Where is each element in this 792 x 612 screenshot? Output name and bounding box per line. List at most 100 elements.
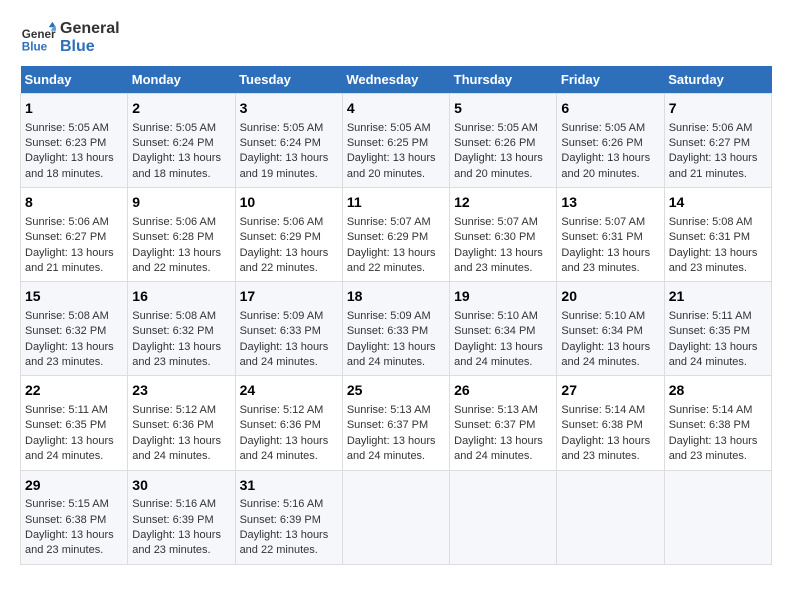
header-saturday: Saturday — [664, 66, 771, 94]
calendar-cell: 2 Sunrise: 5:05 AMSunset: 6:24 PMDaylight… — [128, 94, 235, 188]
day-info: Sunrise: 5:10 AMSunset: 6:34 PMDaylight:… — [454, 310, 543, 368]
day-info: Sunrise: 5:05 AMSunset: 6:26 PMDaylight:… — [454, 122, 543, 180]
day-info: Sunrise: 5:16 AMSunset: 6:39 PMDaylight:… — [132, 498, 221, 556]
calendar-week-row: 8Sunrise: 5:06 AMSunset: 6:27 PMDaylight… — [21, 188, 772, 282]
day-number: 7 — [669, 99, 767, 119]
day-info: Sunrise: 5:10 AMSunset: 6:34 PMDaylight:… — [561, 310, 650, 368]
day-number: 11 — [347, 193, 445, 213]
day-number: 15 — [25, 287, 123, 307]
svg-text:General: General — [22, 28, 56, 41]
calendar-cell: 8Sunrise: 5:06 AMSunset: 6:27 PMDaylight… — [21, 188, 128, 282]
calendar-cell — [342, 470, 449, 564]
day-info: Sunrise: 5:11 AMSunset: 6:35 PMDaylight:… — [669, 310, 758, 368]
calendar-cell: 29Sunrise: 5:15 AMSunset: 6:38 PMDayligh… — [21, 470, 128, 564]
day-number: 28 — [669, 381, 767, 401]
day-number: 22 — [25, 381, 123, 401]
day-number: 3 — [240, 99, 338, 119]
day-number: 5 — [454, 99, 552, 119]
day-info: Sunrise: 5:06 AMSunset: 6:27 PMDaylight:… — [25, 216, 114, 274]
day-number: 29 — [25, 476, 123, 496]
logo: General Blue General Blue — [20, 20, 120, 56]
calendar-cell: 30Sunrise: 5:16 AMSunset: 6:39 PMDayligh… — [128, 470, 235, 564]
day-info: Sunrise: 5:11 AMSunset: 6:35 PMDaylight:… — [25, 404, 114, 462]
calendar-cell: 27 Sunrise: 5:14 AMSunset: 6:38 PMDayligh… — [557, 376, 664, 470]
day-number: 12 — [454, 193, 552, 213]
calendar-cell: 19 Sunrise: 5:10 AMSunset: 6:34 PMDayligh… — [450, 282, 557, 376]
calendar-cell — [664, 470, 771, 564]
day-number: 26 — [454, 381, 552, 401]
day-number: 20 — [561, 287, 659, 307]
day-number: 6 — [561, 99, 659, 119]
day-number: 10 — [240, 193, 338, 213]
calendar-cell: 12Sunrise: 5:07 AMSunset: 6:30 PMDayligh… — [450, 188, 557, 282]
calendar-cell: 16Sunrise: 5:08 AMSunset: 6:32 PMDayligh… — [128, 282, 235, 376]
calendar-cell: 22 Sunrise: 5:11 AMSunset: 6:35 PMDayligh… — [21, 376, 128, 470]
day-info: Sunrise: 5:14 AMSunset: 6:38 PMDaylight:… — [669, 404, 758, 462]
calendar-cell: 26 Sunrise: 5:13 AMSunset: 6:37 PMDayligh… — [450, 376, 557, 470]
day-info: Sunrise: 5:15 AMSunset: 6:38 PMDaylight:… — [25, 498, 114, 556]
day-info: Sunrise: 5:05 AMSunset: 6:26 PMDaylight:… — [561, 122, 650, 180]
calendar-cell: 7 Sunrise: 5:06 AMSunset: 6:27 PMDaylight… — [664, 94, 771, 188]
calendar-cell: 31Sunrise: 5:16 AMSunset: 6:39 PMDayligh… — [235, 470, 342, 564]
logo-blue: Blue — [60, 38, 120, 56]
day-info: Sunrise: 5:08 AMSunset: 6:32 PMDaylight:… — [132, 310, 221, 368]
day-info: Sunrise: 5:09 AMSunset: 6:33 PMDaylight:… — [347, 310, 436, 368]
calendar-cell — [450, 470, 557, 564]
calendar-week-row: 22 Sunrise: 5:11 AMSunset: 6:35 PMDayligh… — [21, 376, 772, 470]
day-info: Sunrise: 5:12 AMSunset: 6:36 PMDaylight:… — [240, 404, 329, 462]
day-info: Sunrise: 5:09 AMSunset: 6:33 PMDaylight:… — [240, 310, 329, 368]
day-number: 2 — [132, 99, 230, 119]
calendar-cell: 15 Sunrise: 5:08 AMSunset: 6:32 PMDayligh… — [21, 282, 128, 376]
day-info: Sunrise: 5:06 AMSunset: 6:29 PMDaylight:… — [240, 216, 329, 274]
day-number: 9 — [132, 193, 230, 213]
calendar-cell: 10 Sunrise: 5:06 AMSunset: 6:29 PMDayligh… — [235, 188, 342, 282]
day-info: Sunrise: 5:08 AMSunset: 6:32 PMDaylight:… — [25, 310, 114, 368]
calendar-cell: 25Sunrise: 5:13 AMSunset: 6:37 PMDayligh… — [342, 376, 449, 470]
calendar-cell: 11 Sunrise: 5:07 AMSunset: 6:29 PMDayligh… — [342, 188, 449, 282]
day-number: 23 — [132, 381, 230, 401]
calendar-cell: 17 Sunrise: 5:09 AMSunset: 6:33 PMDayligh… — [235, 282, 342, 376]
day-number: 13 — [561, 193, 659, 213]
day-number: 17 — [240, 287, 338, 307]
calendar-week-row: 29Sunrise: 5:15 AMSunset: 6:38 PMDayligh… — [21, 470, 772, 564]
calendar-week-row: 1 Sunrise: 5:05 AMSunset: 6:23 PMDaylight… — [21, 94, 772, 188]
day-info: Sunrise: 5:06 AMSunset: 6:27 PMDaylight:… — [669, 122, 758, 180]
logo-general: General — [60, 20, 120, 38]
day-info: Sunrise: 5:05 AMSunset: 6:25 PMDaylight:… — [347, 122, 436, 180]
header-wednesday: Wednesday — [342, 66, 449, 94]
logo-icon: General Blue — [20, 20, 56, 56]
day-info: Sunrise: 5:13 AMSunset: 6:37 PMDaylight:… — [454, 404, 543, 462]
day-info: Sunrise: 5:05 AMSunset: 6:24 PMDaylight:… — [240, 122, 329, 180]
calendar-cell: 4 Sunrise: 5:05 AMSunset: 6:25 PMDaylight… — [342, 94, 449, 188]
day-number: 19 — [454, 287, 552, 307]
day-info: Sunrise: 5:14 AMSunset: 6:38 PMDaylight:… — [561, 404, 650, 462]
day-number: 21 — [669, 287, 767, 307]
calendar-cell: 1 Sunrise: 5:05 AMSunset: 6:23 PMDaylight… — [21, 94, 128, 188]
day-info: Sunrise: 5:05 AMSunset: 6:23 PMDaylight:… — [25, 122, 114, 180]
header-friday: Friday — [557, 66, 664, 94]
calendar-cell: 24 Sunrise: 5:12 AMSunset: 6:36 PMDayligh… — [235, 376, 342, 470]
calendar-cell: 3 Sunrise: 5:05 AMSunset: 6:24 PMDaylight… — [235, 94, 342, 188]
calendar-cell: 6 Sunrise: 5:05 AMSunset: 6:26 PMDaylight… — [557, 94, 664, 188]
day-info: Sunrise: 5:07 AMSunset: 6:29 PMDaylight:… — [347, 216, 436, 274]
day-info: Sunrise: 5:13 AMSunset: 6:37 PMDaylight:… — [347, 404, 436, 462]
day-number: 31 — [240, 476, 338, 496]
header-sunday: Sunday — [21, 66, 128, 94]
calendar-cell — [557, 470, 664, 564]
day-number: 4 — [347, 99, 445, 119]
day-info: Sunrise: 5:16 AMSunset: 6:39 PMDaylight:… — [240, 498, 329, 556]
day-number: 30 — [132, 476, 230, 496]
day-number: 18 — [347, 287, 445, 307]
day-info: Sunrise: 5:06 AMSunset: 6:28 PMDaylight:… — [132, 216, 221, 274]
day-number: 14 — [669, 193, 767, 213]
day-number: 24 — [240, 381, 338, 401]
calendar-cell: 28 Sunrise: 5:14 AMSunset: 6:38 PMDayligh… — [664, 376, 771, 470]
day-number: 1 — [25, 99, 123, 119]
day-number: 27 — [561, 381, 659, 401]
day-info: Sunrise: 5:07 AMSunset: 6:31 PMDaylight:… — [561, 216, 650, 274]
calendar-cell: 5 Sunrise: 5:05 AMSunset: 6:26 PMDaylight… — [450, 94, 557, 188]
header-tuesday: Tuesday — [235, 66, 342, 94]
day-info: Sunrise: 5:05 AMSunset: 6:24 PMDaylight:… — [132, 122, 221, 180]
calendar-cell: 21 Sunrise: 5:11 AMSunset: 6:35 PMDayligh… — [664, 282, 771, 376]
calendar-header-row: SundayMondayTuesdayWednesdayThursdayFrid… — [21, 66, 772, 94]
